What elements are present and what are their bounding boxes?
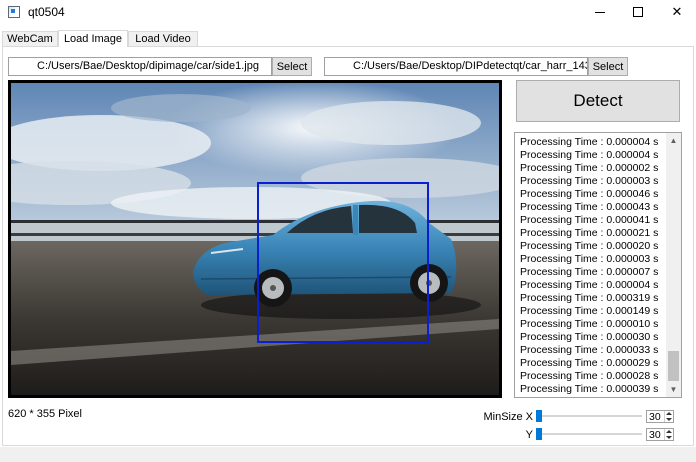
log-line: Processing Time : 0.000029 s xyxy=(520,357,659,369)
log-line: Processing Time : 0.000004 s xyxy=(520,136,659,148)
log-list: Processing Time : 0.000004 s Processing … xyxy=(520,136,660,396)
log-line: Processing Time : 0.000149 s xyxy=(520,305,659,317)
slider-handle[interactable] xyxy=(536,428,542,440)
image-size-label: 620 * 355 Pixel xyxy=(8,408,82,420)
image-view xyxy=(8,80,502,398)
minsize-x-spinbox[interactable]: 30 xyxy=(646,410,674,423)
slider-track xyxy=(536,415,642,417)
image-path-field[interactable]: C:/Users/Bae/Desktop/dipimage/car/side1.… xyxy=(8,57,272,76)
log-line: Processing Time : 0.000004 s xyxy=(520,279,659,291)
maximize-icon xyxy=(633,7,643,17)
log-line: Processing Time : 0.000021 s xyxy=(520,227,659,239)
spin-arrows[interactable] xyxy=(664,411,673,422)
tab-load-image[interactable]: Load Image xyxy=(58,30,128,47)
log-line: Processing Time : 0.000004 s xyxy=(520,149,659,161)
minsize-x-label: MinSize X xyxy=(483,411,533,423)
minsize-y-slider[interactable] xyxy=(536,428,642,440)
minsize-x-slider[interactable] xyxy=(536,410,642,422)
window-title: qt0504 xyxy=(28,5,65,19)
detection-box xyxy=(257,182,429,343)
close-button[interactable]: ✕ xyxy=(654,0,696,24)
log-line: Processing Time : 0.000003 s xyxy=(520,175,659,187)
tab-webcam[interactable]: WebCam xyxy=(2,31,58,46)
slider-handle[interactable] xyxy=(536,410,542,422)
detect-button[interactable]: Detect xyxy=(516,80,680,122)
processing-log[interactable]: Processing Time : 0.000004 s Processing … xyxy=(514,132,682,398)
status-bar xyxy=(0,447,696,462)
log-line: Processing Time : 0.000319 s xyxy=(520,292,659,304)
minsize-x-value: 30 xyxy=(649,411,661,423)
log-line: Processing Time : 0.000003 s xyxy=(520,253,659,265)
log-scrollbar[interactable]: ▲ ▼ xyxy=(666,133,681,397)
log-line: Processing Time : 0.000010 s xyxy=(520,318,659,330)
log-line: Processing Time : 0.000033 s xyxy=(520,344,659,356)
scroll-thumb[interactable] xyxy=(668,351,679,381)
scroll-up-icon[interactable]: ▲ xyxy=(666,133,681,148)
spin-down-icon[interactable] xyxy=(666,418,672,421)
spin-down-icon[interactable] xyxy=(666,436,672,439)
spin-up-icon[interactable] xyxy=(666,430,672,433)
minsize-y-label: Y xyxy=(525,429,533,441)
log-line: Processing Time : 0.000007 s xyxy=(520,266,659,278)
title-bar: qt0504 ✕ xyxy=(0,0,696,24)
log-line: Processing Time : 0.000043 s xyxy=(520,201,659,213)
app-icon xyxy=(8,6,20,18)
minsize-y-value: 30 xyxy=(649,429,661,441)
tab-load-video[interactable]: Load Video xyxy=(128,31,198,46)
cascade-path-field[interactable]: C:/Users/Bae/Desktop/DIPdetectqt/car_har… xyxy=(324,57,588,76)
log-line: Processing Time : 0.000039 s xyxy=(520,383,659,395)
scroll-down-icon[interactable]: ▼ xyxy=(666,382,681,397)
minsize-y-spinbox[interactable]: 30 xyxy=(646,428,674,441)
close-icon: ✕ xyxy=(671,4,683,19)
log-line: Processing Time : 0.000041 s xyxy=(520,214,659,226)
spin-arrows[interactable] xyxy=(664,429,673,440)
log-line: Processing Time : 0.000002 s xyxy=(520,162,659,174)
tab-bar: WebCam Load Image Load Video xyxy=(0,30,696,47)
log-line: Processing Time : 0.000046 s xyxy=(520,188,659,200)
log-line: Processing Time : 0.000020 s xyxy=(520,240,659,252)
slider-track xyxy=(536,433,642,435)
select-image-button[interactable]: Select xyxy=(272,57,312,76)
select-cascade-button[interactable]: Select xyxy=(588,57,628,76)
log-line: Processing Time : 0.000030 s xyxy=(520,331,659,343)
spin-up-icon[interactable] xyxy=(666,412,672,415)
log-line: Processing Time : 0.000028 s xyxy=(520,370,659,382)
minimize-icon xyxy=(595,11,605,13)
